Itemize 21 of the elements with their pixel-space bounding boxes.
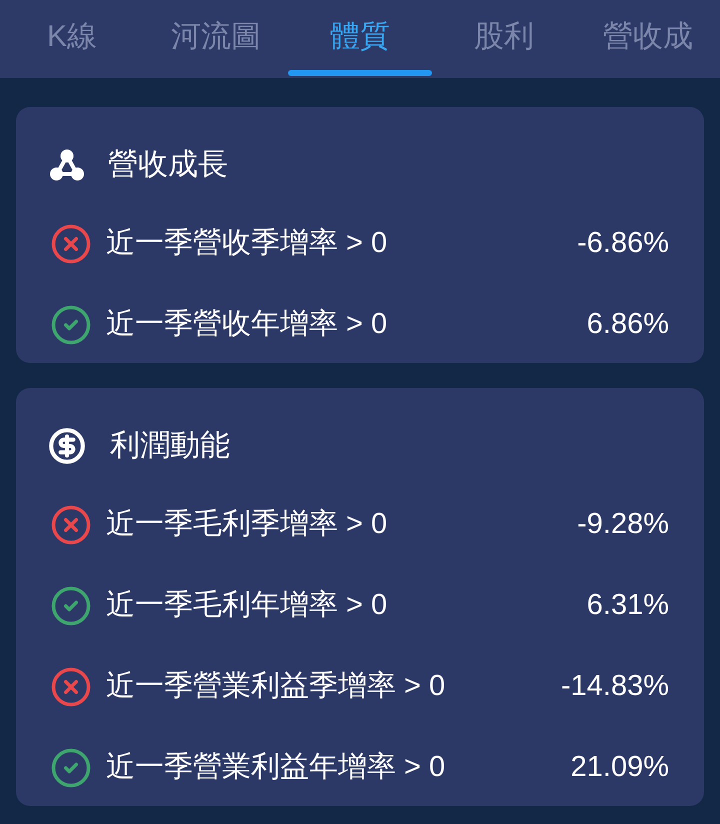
criterion-label: 近一季營業利益年增率 > 0	[106, 753, 446, 782]
section-title: 營收成長	[108, 150, 228, 180]
criterion-label: 近一季營業利益季增率 > 0	[106, 672, 446, 701]
criterion-value: 6.86%	[586, 310, 669, 339]
criterion-label: 近一季毛利季增率 > 0	[106, 510, 388, 539]
criterion-value: -6.86%	[577, 229, 669, 258]
criterion-value: -14.83%	[560, 672, 669, 701]
criterion-value: 21.09%	[570, 753, 669, 782]
tab[interactable]: 股利	[432, 0, 576, 78]
tab[interactable]: K線	[0, 0, 144, 78]
criterion-label: 近一季毛利年增率 > 0	[106, 591, 388, 620]
criterion-value: -9.28%	[577, 510, 669, 539]
tab[interactable]: 體質	[288, 0, 432, 78]
criterion-label: 近一季營收年增率 > 0	[106, 310, 388, 339]
criterion-label: 近一季營收季增率 > 0	[106, 229, 388, 258]
network-icon	[50, 149, 84, 181]
criterion-value: 6.31%	[586, 591, 669, 620]
section-title: 利潤動能	[110, 431, 230, 461]
tab[interactable]: 河流圖	[144, 0, 288, 78]
dollar-circle-icon	[48, 427, 86, 465]
tab[interactable]: 營收成	[576, 0, 720, 78]
